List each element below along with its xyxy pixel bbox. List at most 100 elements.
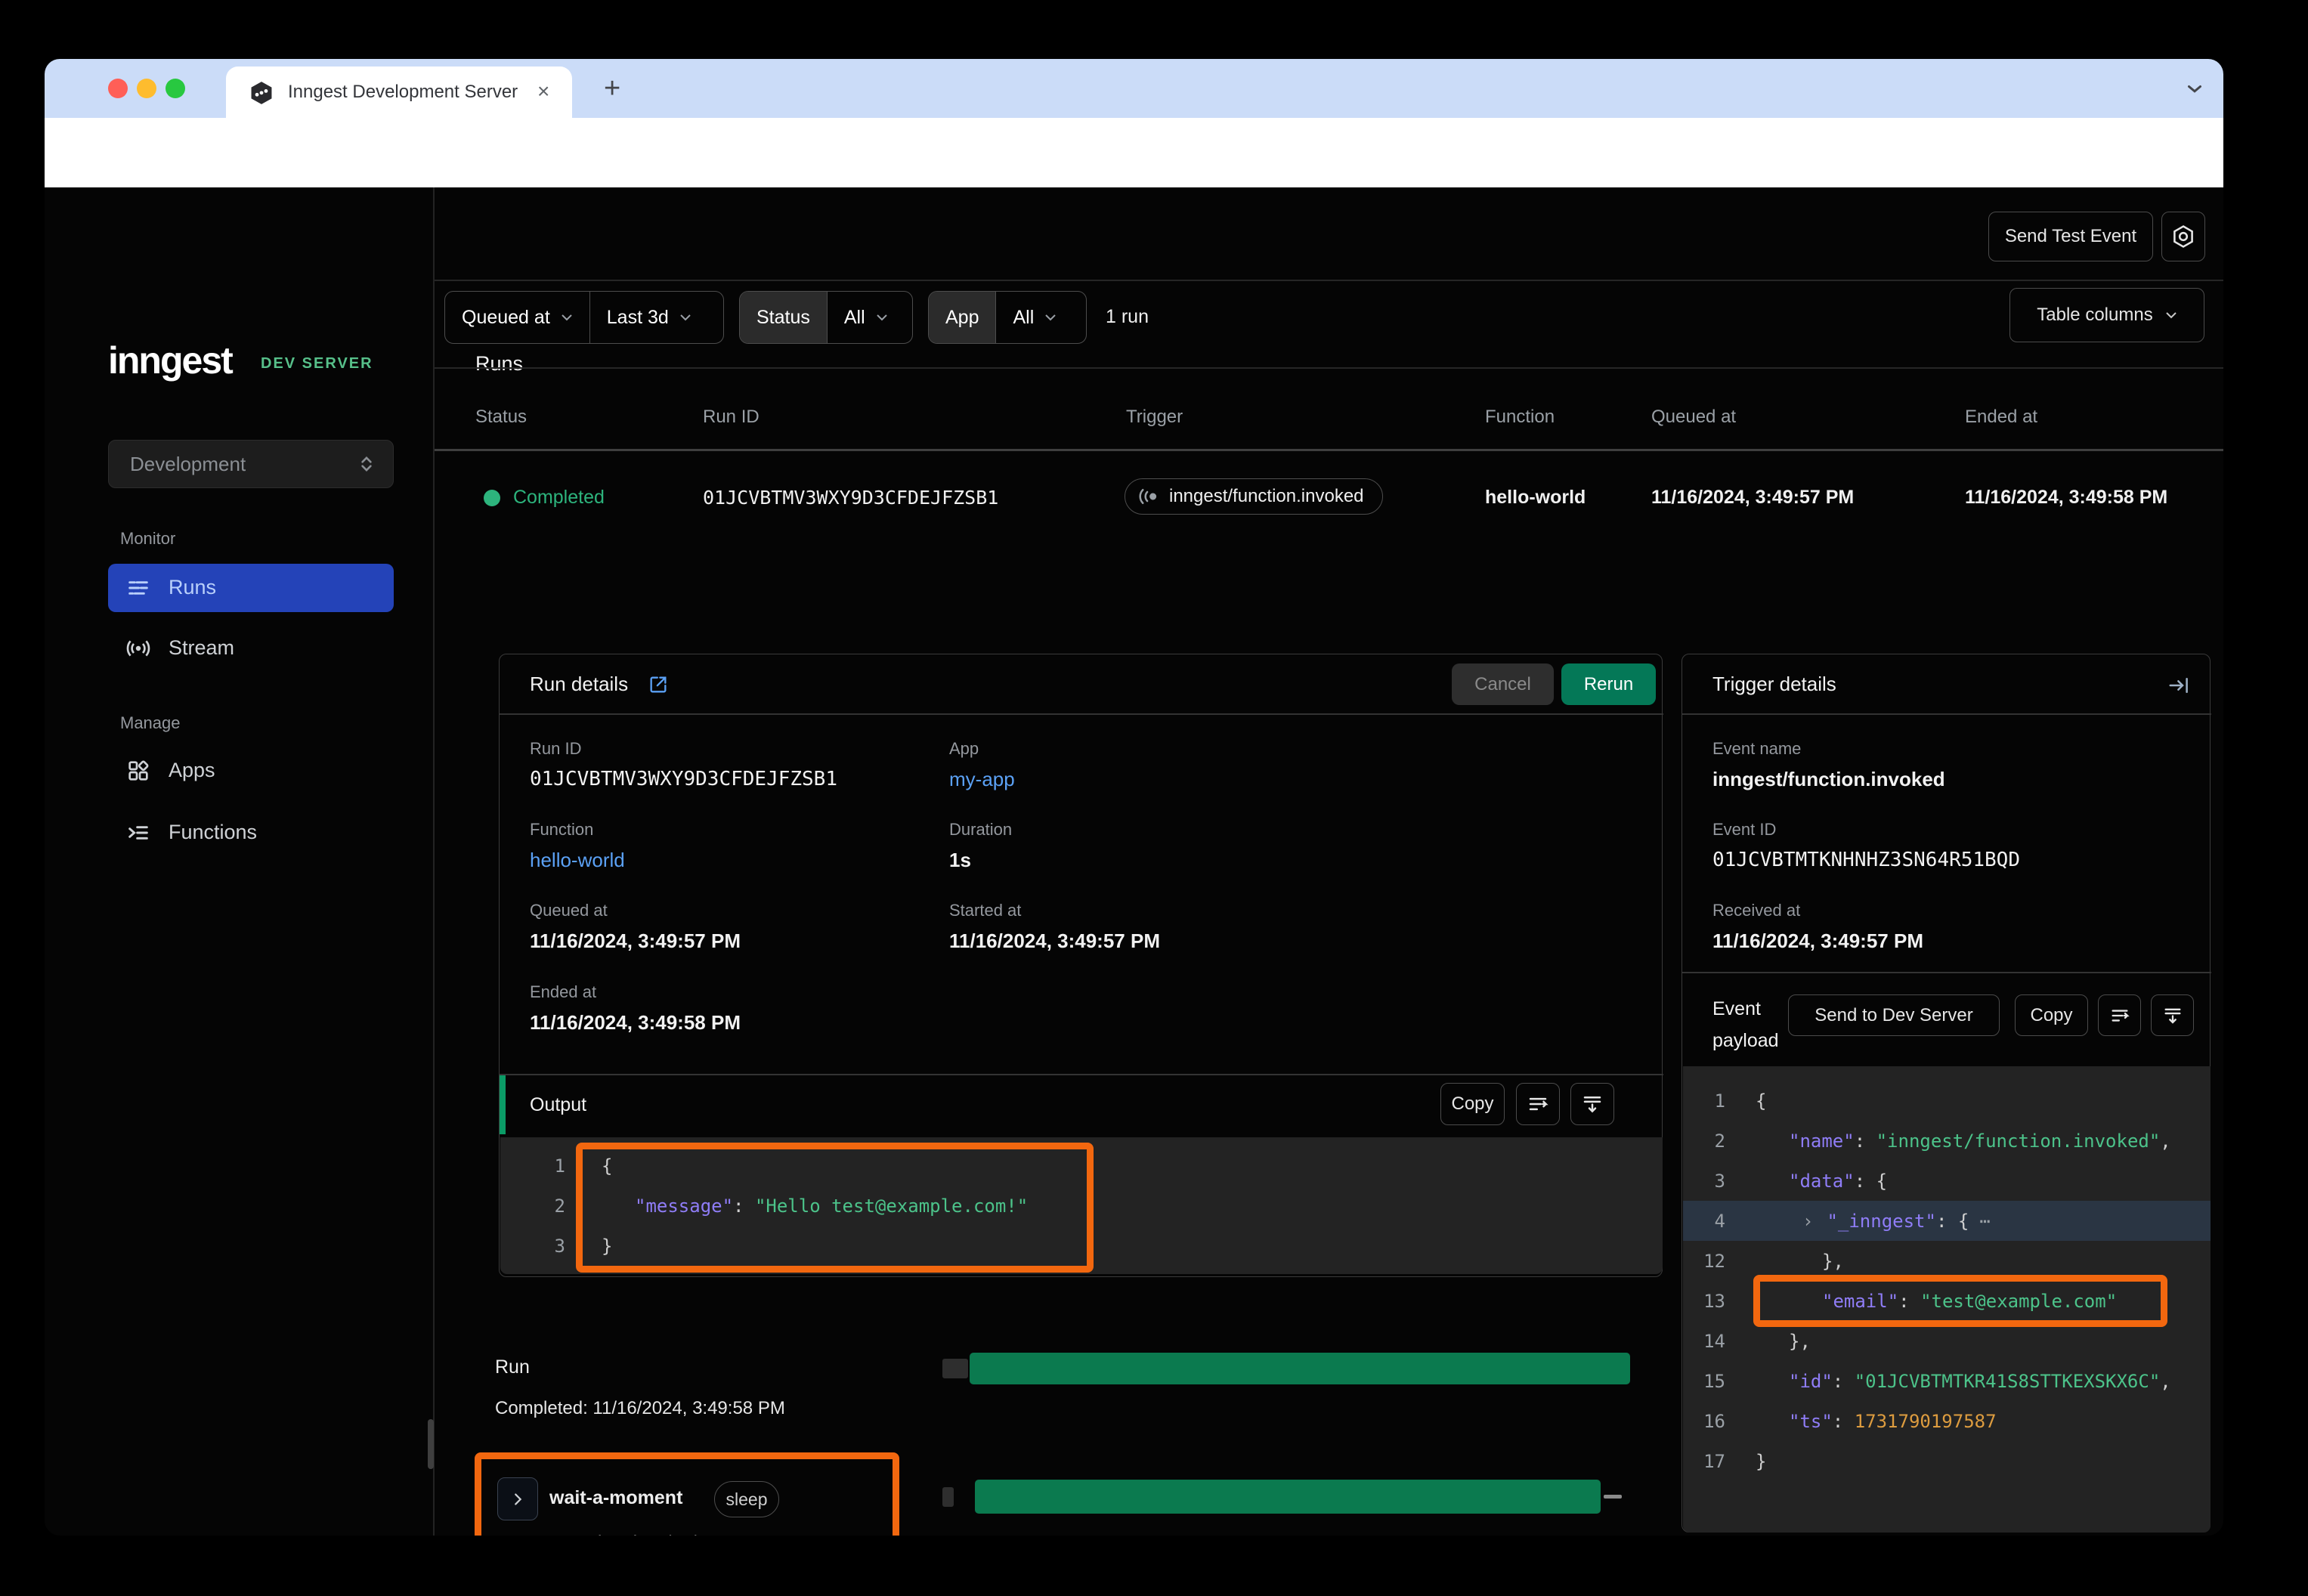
payload-scroll-to-bottom-button[interactable]	[2151, 994, 2194, 1036]
payload-copy-button[interactable]: Copy	[2015, 994, 2088, 1036]
browser-toolbar: ← → ↻ localhost:8288/runs ☆ ⋮	[45, 118, 2223, 187]
fold-chevron-icon[interactable]: ›	[1802, 1211, 1813, 1232]
line-number: 13	[1683, 1291, 1736, 1312]
sidebar-item-label: Runs	[169, 576, 216, 599]
send-test-event-button[interactable]: Send Test Event	[1988, 212, 2153, 261]
rerun-label: Rerun	[1584, 674, 1633, 695]
new-tab-button[interactable]: +	[604, 79, 620, 98]
time-range-dropdown[interactable]: Last 3d	[590, 292, 708, 343]
column-header-run-id[interactable]: Run ID	[703, 407, 760, 428]
window-close-button[interactable]	[108, 79, 128, 98]
code-token: {	[1958, 1211, 1969, 1232]
gear-icon	[2170, 224, 2196, 249]
sidebar-item-stream[interactable]: Stream	[108, 624, 394, 673]
sidebar-section-monitor: Monitor	[120, 529, 175, 549]
timeline-run-label: Run	[495, 1356, 530, 1378]
step-timeline-bar[interactable]	[975, 1480, 1601, 1514]
code-token: "inngest/function.invoked"	[1876, 1130, 2161, 1152]
sidebar-item-apps[interactable]: Apps	[108, 747, 394, 795]
code-token: },	[1822, 1251, 1844, 1272]
column-header-queued-at[interactable]: Queued at	[1651, 407, 1736, 428]
field-value: 01JCVBTMTKNHNHZ3SN64R51BQD	[1712, 849, 2020, 871]
column-header-trigger[interactable]: Trigger	[1126, 407, 1183, 428]
line-number: 3	[1683, 1171, 1736, 1192]
send-to-dev-server-button[interactable]: Send to Dev Server	[1788, 994, 2000, 1036]
app-content: inngest DEV SERVER Development Monitor R…	[45, 187, 2223, 1536]
output-copy-button[interactable]: Copy	[1440, 1083, 1505, 1125]
select-chevrons-icon	[357, 454, 376, 474]
window-zoom-button[interactable]	[166, 79, 185, 98]
runs-icon	[126, 576, 150, 600]
table-columns-label: Table columns	[2037, 305, 2152, 326]
code-token: ,	[2160, 1130, 2170, 1152]
run-timeline-bar[interactable]	[970, 1353, 1630, 1384]
column-header-ended-at[interactable]: Ended at	[1965, 407, 2037, 428]
code-token: :	[1833, 1371, 1855, 1392]
sidebar-item-functions[interactable]: Functions	[108, 809, 394, 857]
code-token: :	[1936, 1211, 1958, 1232]
app-filter-label: App	[945, 307, 979, 329]
line-content: ›"_inngest": {⋯	[1736, 1211, 1991, 1232]
card-divider	[1682, 713, 2211, 715]
line-content: "name": "inngest/function.invoked",	[1736, 1130, 2171, 1152]
line-number: 15	[1683, 1371, 1736, 1392]
code-token: ⋯	[1979, 1211, 1990, 1232]
browser-tab[interactable]: Inngest Development Server ×	[226, 66, 572, 118]
cancel-button[interactable]: Cancel	[1452, 663, 1554, 705]
scroll-to-bottom-button[interactable]	[1570, 1083, 1614, 1125]
code-token: }	[1756, 1451, 1766, 1472]
field-label: App	[949, 739, 979, 759]
environment-select[interactable]: Development	[108, 440, 394, 488]
environment-select-value: Development	[130, 453, 246, 476]
window-minimize-button[interactable]	[137, 79, 156, 98]
time-field-dropdown[interactable]: Queued at	[445, 292, 589, 343]
event-payload-label: Event payload	[1712, 993, 1796, 1056]
table-columns-button[interactable]: Table columns	[2009, 288, 2204, 342]
payload-wrap-text-button[interactable]	[2098, 994, 2141, 1036]
field-label: Duration	[949, 820, 1012, 840]
trigger-details-title: Trigger details	[1712, 673, 1836, 696]
inngest-favicon	[249, 80, 274, 106]
app-filter[interactable]: App All	[928, 291, 1087, 344]
field-value: 11/16/2024, 3:49:58 PM	[530, 1011, 741, 1035]
time-filter[interactable]: Queued at Last 3d	[444, 291, 724, 344]
line-number: 2	[500, 1195, 582, 1217]
column-header-function[interactable]: Function	[1485, 407, 1555, 428]
column-header-status[interactable]: Status	[475, 407, 527, 428]
browser-window: Inngest Development Server × + ← → ↻ loc…	[45, 59, 2223, 1536]
trigger-pill[interactable]: inngest/function.invoked	[1125, 478, 1383, 515]
status-filter[interactable]: Status All	[739, 291, 913, 344]
time-range-value: Last 3d	[607, 307, 669, 329]
step-bar-end-mark	[1604, 1495, 1622, 1499]
app-filter-label-wrap: App	[929, 292, 995, 343]
status-filter-label-wrap: Status	[740, 292, 827, 343]
function-link[interactable]: hello-world	[530, 849, 625, 872]
field-label: Event name	[1712, 739, 1801, 759]
filter-divider	[435, 367, 2223, 369]
tab-search-chevron-icon[interactable]	[2183, 77, 2206, 100]
scroll-to-bottom-icon	[1581, 1093, 1604, 1115]
status-filter-dropdown[interactable]: All	[828, 292, 905, 343]
tab-close-icon[interactable]: ×	[537, 79, 549, 104]
open-in-new-icon[interactable]	[648, 674, 669, 695]
collapse-panel-icon[interactable]	[2167, 674, 2190, 697]
annotation-box-email	[1753, 1275, 2167, 1327]
app-filter-dropdown[interactable]: All	[996, 292, 1073, 343]
table-row[interactable]: Completed 01JCVBTMV3WXY9D3CFDEJFZSB1 inn…	[435, 453, 2223, 543]
app-link[interactable]: my-app	[949, 768, 1015, 791]
dev-server-badge: DEV SERVER	[261, 355, 373, 373]
page-title: Runs	[475, 352, 523, 376]
sidebar-scrollbar-thumb[interactable]	[428, 1419, 434, 1469]
sidebar-item-runs[interactable]: Runs	[108, 564, 394, 612]
field-label: Function	[530, 820, 593, 840]
field-label: Started at	[949, 901, 1021, 920]
copy-label: Copy	[2030, 1005, 2072, 1026]
rerun-button[interactable]: Rerun	[1561, 663, 1656, 705]
wrap-text-button[interactable]	[1516, 1083, 1560, 1125]
status-filter-value: All	[844, 307, 865, 329]
scroll-to-bottom-icon	[2162, 1005, 2183, 1026]
annotation-box-step	[475, 1452, 899, 1536]
settings-button[interactable]	[2161, 212, 2205, 261]
stream-icon	[126, 636, 150, 660]
code-line[interactable]: 4›"_inngest": {⋯	[1683, 1201, 2211, 1241]
